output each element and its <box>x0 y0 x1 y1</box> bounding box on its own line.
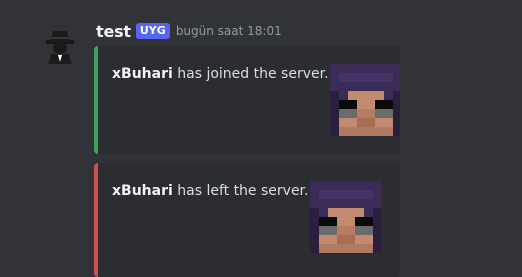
app-badge: UYG <box>135 23 170 39</box>
embed-color-bar <box>94 46 98 154</box>
event-text: has joined the server. <box>172 66 329 82</box>
player-name: xBuhari <box>112 183 173 199</box>
spy-silhouette-icon <box>46 31 74 64</box>
embed-description: xBuhari has left the server. <box>112 183 308 199</box>
user-avatar[interactable] <box>40 26 80 66</box>
username[interactable]: test <box>96 22 131 41</box>
minecraft-skin-face-icon[interactable] <box>330 64 400 136</box>
embed-description: xBuhari has joined the server. <box>112 66 329 82</box>
join-embed: xBuhari has joined the server. <box>94 46 400 154</box>
embed-color-bar <box>94 163 98 277</box>
player-name: xBuhari <box>112 66 173 82</box>
message-header: test UYG bugün saat 18:01 <box>96 20 282 42</box>
leave-embed: xBuhari has left the server. <box>94 163 400 277</box>
event-text: has left the server. <box>172 183 309 199</box>
message-timestamp[interactable]: bugün saat 18:01 <box>176 24 282 38</box>
minecraft-skin-face-icon[interactable] <box>310 181 382 253</box>
